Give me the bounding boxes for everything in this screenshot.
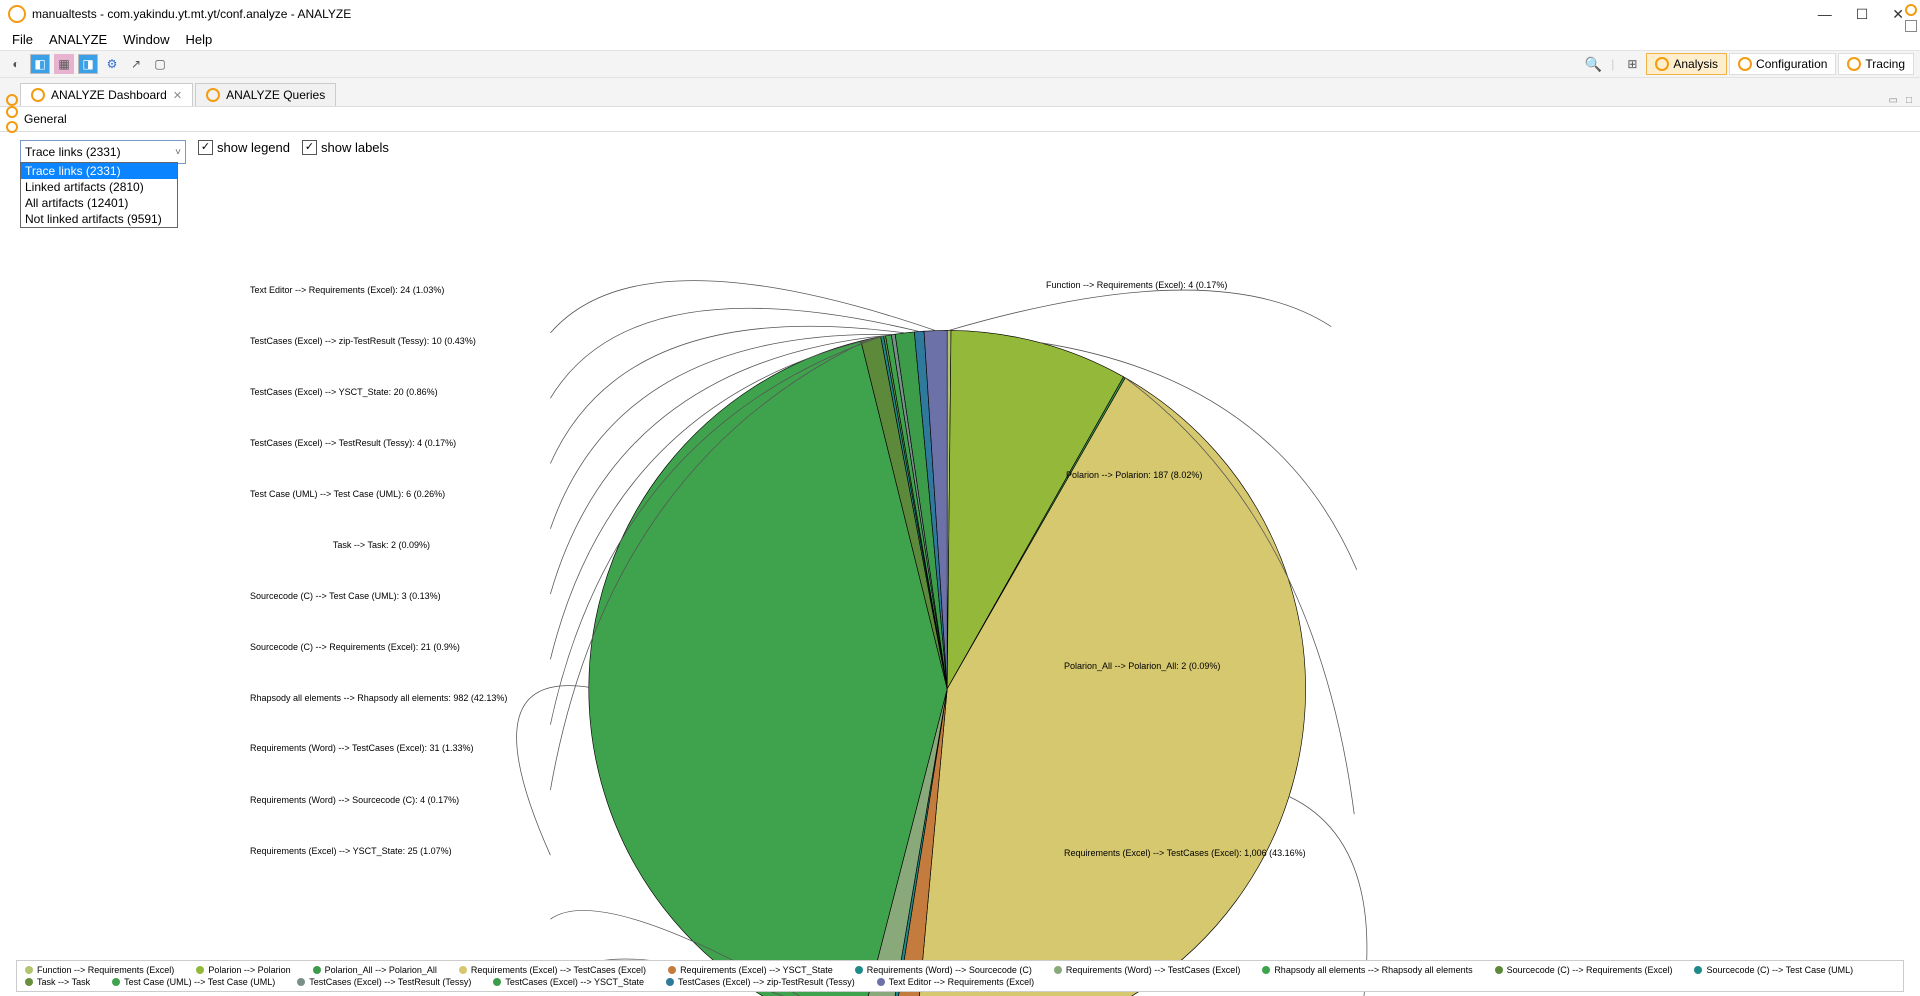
legend-item[interactable]: Polarion_All --> Polarion_All xyxy=(313,965,437,975)
side-icon-1[interactable] xyxy=(1905,4,1917,16)
dropdown-option[interactable]: Linked artifacts (2810) xyxy=(21,179,177,195)
view-minimize-icon[interactable]: ▭ xyxy=(1887,95,1900,106)
window-title: manualtests - com.yakindu.yt.mt.yt/conf.… xyxy=(32,7,351,21)
select-value: Trace links (2331) xyxy=(25,145,121,159)
dropdown-option[interactable]: Trace links (2331) xyxy=(21,163,177,179)
maximize-button[interactable]: ☐ xyxy=(1856,7,1869,21)
legend-item[interactable]: Requirements (Word) --> TestCases (Excel… xyxy=(1054,965,1240,975)
pie-chart: Function --> Requirements (Excel): 4 (0.… xyxy=(0,132,1920,996)
legend-item[interactable]: Requirements (Excel) --> YSCT_State xyxy=(668,965,833,975)
slice-label: Task --> Task: 2 (0.09%) xyxy=(250,540,430,550)
legend-item[interactable]: Test Case (UML) --> Test Case (UML) xyxy=(112,977,275,987)
side-icon-2[interactable] xyxy=(1905,20,1917,32)
app-logo-icon xyxy=(8,5,26,23)
minimize-button[interactable]: — xyxy=(1818,7,1832,21)
slice-label: Test Case (UML) --> Test Case (UML): 6 (… xyxy=(250,489,430,499)
tab-close-icon[interactable]: ✕ xyxy=(173,89,182,102)
tracing-icon xyxy=(1847,57,1861,71)
legend-item[interactable]: Task --> Task xyxy=(25,977,90,987)
legend-item[interactable]: Polarion --> Polarion xyxy=(196,965,290,975)
slice-label: Requirements (Word) --> Sourcecode (C): … xyxy=(250,795,430,805)
slice-label: Sourcecode (C) --> Test Case (UML): 3 (0… xyxy=(250,591,430,601)
slice-label: Polarion_All --> Polarion_All: 2 (0.09%) xyxy=(1064,661,1220,671)
dataset-dropdown: Trace links (2331) Linked artifacts (281… xyxy=(20,162,178,228)
close-button[interactable]: ✕ xyxy=(1892,7,1904,21)
tool-icon-5[interactable]: ⚙ xyxy=(102,54,122,74)
window-titlebar: manualtests - com.yakindu.yt.mt.yt/conf.… xyxy=(0,0,1920,28)
slice-label: Text Editor --> Requirements (Excel): 24… xyxy=(250,285,430,295)
menu-help[interactable]: Help xyxy=(177,30,220,49)
tab-label: ANALYZE Queries xyxy=(226,88,325,102)
slice-label: Requirements (Excel) --> YSCT_State: 25 … xyxy=(250,846,430,856)
tab-icon xyxy=(206,88,220,102)
tab-label: ANALYZE Dashboard xyxy=(51,88,167,102)
legend-item[interactable]: TestCases (Excel) --> zip-TestResult (Te… xyxy=(666,977,855,987)
menu-window[interactable]: Window xyxy=(115,30,177,49)
slice-label: Sourcecode (C) --> Requirements (Excel):… xyxy=(250,642,430,652)
legend-item[interactable]: TestCases (Excel) --> TestResult (Tessy) xyxy=(297,977,471,987)
breadcrumb[interactable]: General xyxy=(20,112,67,126)
configuration-icon xyxy=(1738,57,1752,71)
tool-icon-4[interactable]: ◨ xyxy=(78,54,98,74)
tool-icon-6[interactable]: ↗ xyxy=(126,54,146,74)
tab-analyze-queries[interactable]: ANALYZE Queries xyxy=(195,83,336,106)
legend-item[interactable]: Sourcecode (C) --> Requirements (Excel) xyxy=(1495,965,1673,975)
slice-label: TestCases (Excel) --> zip-TestResult (Te… xyxy=(250,336,430,346)
gutter-icon-3[interactable] xyxy=(6,121,18,133)
tool-icon-2[interactable]: ◧ xyxy=(30,54,50,74)
slice-label: Requirements (Excel) --> TestCases (Exce… xyxy=(1064,848,1306,858)
tool-icon-3[interactable]: ▦ xyxy=(54,54,74,74)
tool-icon-7[interactable]: ▢ xyxy=(150,54,170,74)
dropdown-option[interactable]: Not linked artifacts (9591) xyxy=(21,211,177,227)
slice-label: Requirements (Word) --> TestCases (Excel… xyxy=(250,743,430,753)
menu-bar: File ANALYZE Window Help xyxy=(0,28,1920,50)
search-icon[interactable]: 🔍 xyxy=(1583,54,1603,74)
chart-legend: Function --> Requirements (Excel) Polario… xyxy=(16,960,1904,992)
perspective-configuration[interactable]: Configuration xyxy=(1729,53,1836,75)
legend-item[interactable]: Requirements (Excel) --> TestCases (Exce… xyxy=(459,965,646,975)
show-legend-checkbox[interactable]: ✓show legend xyxy=(198,140,290,155)
tool-icon-1[interactable]: ◐ xyxy=(6,54,26,74)
menu-analyze[interactable]: ANALYZE xyxy=(41,30,115,49)
slice-label: Polarion --> Polarion: 187 (8.02%) xyxy=(1066,470,1202,480)
legend-item[interactable]: Function --> Requirements (Excel) xyxy=(25,965,174,975)
legend-item[interactable]: TestCases (Excel) --> YSCT_State xyxy=(493,977,644,987)
legend-item[interactable]: Requirements (Word) --> Sourcecode (C) xyxy=(855,965,1032,975)
editor-tab-row: ANALYZE Dashboard ✕ ANALYZE Queries ▭ □ xyxy=(0,78,1920,107)
slice-label: TestCases (Excel) --> TestResult (Tessy)… xyxy=(250,438,430,448)
main-toolbar: ◐ ◧ ▦ ◨ ⚙ ↗ ▢ 🔍 | ⊞ Analysis Configurati… xyxy=(0,50,1920,78)
perspective-tracing[interactable]: Tracing xyxy=(1838,53,1914,75)
tab-icon xyxy=(31,88,45,102)
gutter-icon-2[interactable] xyxy=(6,106,18,118)
slice-label: Function --> Requirements (Excel): 4 (0.… xyxy=(1046,280,1227,290)
dataset-select[interactable]: Trace links (2331) ˅ Trace links (2331) … xyxy=(20,140,186,164)
legend-item[interactable]: Text Editor --> Requirements (Excel) xyxy=(877,977,1034,987)
slice-label: TestCases (Excel) --> YSCT_State: 20 (0.… xyxy=(250,387,430,397)
view-maximize-icon[interactable]: □ xyxy=(1904,95,1914,106)
gutter-icon[interactable] xyxy=(6,94,18,106)
slice-label: Rhapsody all elements --> Rhapsody all e… xyxy=(250,693,430,703)
legend-item[interactable]: Rhapsody all elements --> Rhapsody all e… xyxy=(1262,965,1472,975)
show-labels-checkbox[interactable]: ✓show labels xyxy=(302,140,389,155)
legend-item[interactable]: Sourcecode (C) --> Test Case (UML) xyxy=(1694,965,1853,975)
perspective-switcher-icon[interactable]: ⊞ xyxy=(1622,54,1642,74)
perspective-analysis[interactable]: Analysis xyxy=(1646,53,1727,75)
dropdown-option[interactable]: All artifacts (12401) xyxy=(21,195,177,211)
breadcrumb-bar: General xyxy=(0,107,1920,132)
menu-file[interactable]: File xyxy=(4,30,41,49)
tab-analyze-dashboard[interactable]: ANALYZE Dashboard ✕ xyxy=(20,83,193,106)
analysis-icon xyxy=(1655,57,1669,71)
chevron-down-icon: ˅ xyxy=(175,147,181,158)
